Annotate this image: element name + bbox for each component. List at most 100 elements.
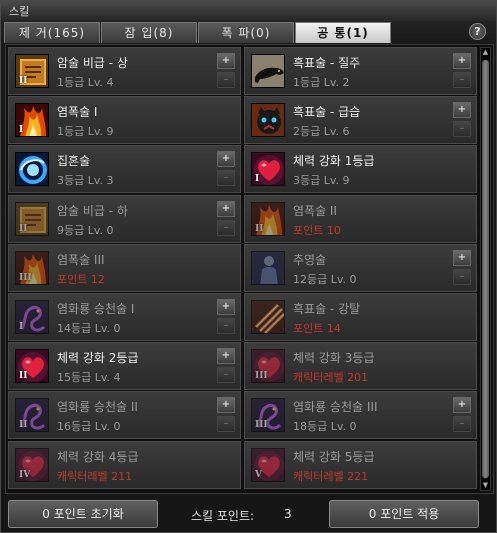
skill-name: 염화룡 승천술 III — [293, 400, 378, 414]
skill-level-info: 포인트 12 — [57, 273, 105, 286]
heart-icon[interactable]: III — [251, 349, 285, 383]
dragon-icon[interactable]: I — [15, 300, 49, 334]
skill-rank-numeral: I — [19, 322, 24, 332]
panther-face-icon[interactable] — [251, 103, 285, 137]
add-skill-point-button[interactable]: + — [217, 397, 235, 413]
skill-window: 스킬 제 거(165) 잠 입(8) 폭 파(0) 공 통(1) ? II 암술 … — [0, 0, 497, 533]
skill-level-info: 1등급 Lv. 9 — [57, 125, 114, 138]
bottom-bar: 0 포인트 초기화 스킬 포인트: 3 0 포인트 적용 — [1, 495, 496, 533]
skill-slot[interactable]: I 염화룡 승천술 I 14등급 Lv. 0 + – — [8, 293, 241, 341]
add-skill-point-button[interactable]: + — [217, 299, 235, 315]
skill-rank-numeral: IV — [19, 470, 31, 480]
spirit-swirl-icon[interactable] — [15, 152, 49, 186]
remove-skill-point-button[interactable]: – — [217, 170, 235, 186]
dragon-icon[interactable]: III — [251, 398, 285, 432]
remove-skill-point-button[interactable]: – — [453, 121, 471, 137]
scroll-icon[interactable]: II — [15, 202, 49, 236]
skill-name: 염폭술 III — [57, 253, 105, 267]
tab-common[interactable]: 공 통(1) — [295, 22, 391, 43]
dragon-icon[interactable]: II — [15, 398, 49, 432]
skill-name: 체력 강화 2등급 — [57, 351, 139, 365]
remove-skill-point-button[interactable]: – — [453, 72, 471, 88]
skill-rank-numeral: II — [19, 371, 28, 381]
skill-rank-numeral: III — [255, 420, 268, 430]
scroll-icon[interactable]: II — [15, 54, 49, 88]
skill-slot[interactable]: III 체력 강화 3등급 캐릭터레벨 201 — [244, 342, 477, 390]
skill-slot[interactable]: II 체력 강화 2등급 15등급 Lv. 4 + – — [8, 342, 241, 390]
skill-points-value: 3 — [284, 507, 292, 521]
skill-name: 집혼술 — [57, 154, 91, 168]
skill-name: 체력 강화 1등급 — [293, 154, 375, 168]
heart-icon[interactable]: II — [15, 349, 49, 383]
heart-icon[interactable]: IV — [15, 448, 49, 482]
heart-icon[interactable]: I — [251, 152, 285, 186]
skill-slot[interactable]: II 염폭술 II 포인트 10 — [244, 195, 477, 243]
skill-slot[interactable]: 흑표술 - 강탈 포인트 14 — [244, 293, 477, 341]
add-skill-point-button[interactable]: + — [453, 102, 471, 118]
tab-remove[interactable]: 제 거(165) — [4, 22, 100, 43]
fire-icon[interactable]: I — [15, 103, 49, 137]
skill-rank-numeral: I — [255, 174, 260, 184]
skill-name: 추영술 — [293, 253, 327, 267]
skill-level-info: 1등급 Lv. 4 — [57, 76, 114, 89]
remove-skill-point-button[interactable]: – — [217, 72, 235, 88]
skill-name: 암술 비급 - 상 — [57, 56, 128, 70]
remove-skill-point-button[interactable]: – — [217, 220, 235, 236]
add-skill-point-button[interactable]: + — [217, 53, 235, 69]
skill-slot[interactable]: IV 체력 강화 4등급 캐릭터레벨 211 — [8, 441, 241, 489]
skill-level-info: 15등급 Lv. 4 — [57, 371, 121, 384]
skill-slot[interactable]: 흑표술 - 질주 1등급 Lv. 2 + – — [244, 47, 477, 95]
skill-slot[interactable]: 집혼술 3등급 Lv. 3 + – — [8, 145, 241, 193]
skill-name: 흑표술 - 강탈 — [293, 302, 361, 316]
skill-name: 흑표술 - 질주 — [293, 56, 361, 70]
scrollbar[interactable]: ▲ ▼ — [480, 47, 491, 491]
skill-level-info: 캐릭터레벨 201 — [293, 371, 369, 384]
add-skill-point-button[interactable]: + — [453, 250, 471, 266]
skill-slot[interactable]: 흑표술 - 급습 2등급 Lv. 6 + – — [244, 96, 477, 144]
remove-skill-point-button[interactable]: – — [217, 416, 235, 432]
title-bar[interactable]: 스킬 — [1, 1, 496, 21]
claw-icon[interactable] — [251, 300, 285, 334]
skill-tabs: 제 거(165) 잠 입(8) 폭 파(0) 공 통(1) — [4, 22, 464, 43]
scroll-thumb[interactable] — [482, 60, 489, 478]
skill-points-label: 스킬 포인트: — [191, 509, 255, 523]
apply-points-button[interactable]: 0 포인트 적용 — [329, 500, 479, 528]
skill-rank-numeral: II — [19, 224, 28, 234]
skill-slot[interactable]: III 염폭술 III 포인트 12 — [8, 244, 241, 292]
help-button[interactable]: ? — [469, 23, 486, 40]
add-skill-point-button[interactable]: + — [217, 151, 235, 167]
skill-slot[interactable]: II 염화룡 승천술 II 16등급 Lv. 0 + – — [8, 391, 241, 439]
reset-points-button[interactable]: 0 포인트 초기화 — [8, 500, 158, 528]
skill-level-info: 14등급 Lv. 0 — [57, 322, 121, 335]
scroll-up-icon[interactable]: ▲ — [481, 48, 490, 57]
remove-skill-point-button[interactable]: – — [453, 416, 471, 432]
add-skill-point-button[interactable]: + — [217, 201, 235, 217]
tab-stealth[interactable]: 잠 입(8) — [101, 22, 197, 43]
fire-icon[interactable]: II — [251, 202, 285, 236]
heart-icon[interactable]: V — [251, 448, 285, 482]
fire-icon[interactable]: III — [15, 251, 49, 285]
skill-rank-numeral: III — [255, 371, 268, 381]
skill-slot[interactable]: III 염화룡 승천술 III 18등급 Lv. 0 + – — [244, 391, 477, 439]
scroll-down-icon[interactable]: ▼ — [481, 481, 490, 490]
skill-level-info: 9등급 Lv. 0 — [57, 224, 114, 237]
shadow-figure-icon[interactable] — [251, 251, 285, 285]
skill-rank-numeral: V — [255, 470, 262, 480]
window-title: 스킬 — [9, 5, 30, 18]
remove-skill-point-button[interactable]: – — [453, 269, 471, 285]
remove-skill-point-button[interactable]: – — [217, 318, 235, 334]
skill-name: 염폭술 II — [293, 204, 338, 218]
skill-slot[interactable]: V 체력 강화 5등급 캐릭터레벨 221 — [244, 441, 477, 489]
skill-slot[interactable]: II 암술 비급 - 상 1등급 Lv. 4 + – — [8, 47, 241, 95]
skill-slot[interactable]: II 암술 비급 - 하 9등급 Lv. 0 + – — [8, 195, 241, 243]
tab-explode[interactable]: 폭 파(0) — [198, 22, 294, 43]
skill-slot[interactable]: I 체력 강화 1등급 3등급 Lv. 9 — [244, 145, 477, 193]
add-skill-point-button[interactable]: + — [217, 348, 235, 364]
skill-slot[interactable]: I 염폭술 I 1등급 Lv. 9 — [8, 96, 241, 144]
skill-slot[interactable]: 추영술 12등급 Lv. 0 + – — [244, 244, 477, 292]
panther-run-icon[interactable] — [251, 54, 285, 88]
skill-level-info: 18등급 Lv. 0 — [293, 420, 357, 433]
add-skill-point-button[interactable]: + — [453, 53, 471, 69]
remove-skill-point-button[interactable]: – — [217, 367, 235, 383]
add-skill-point-button[interactable]: + — [453, 397, 471, 413]
